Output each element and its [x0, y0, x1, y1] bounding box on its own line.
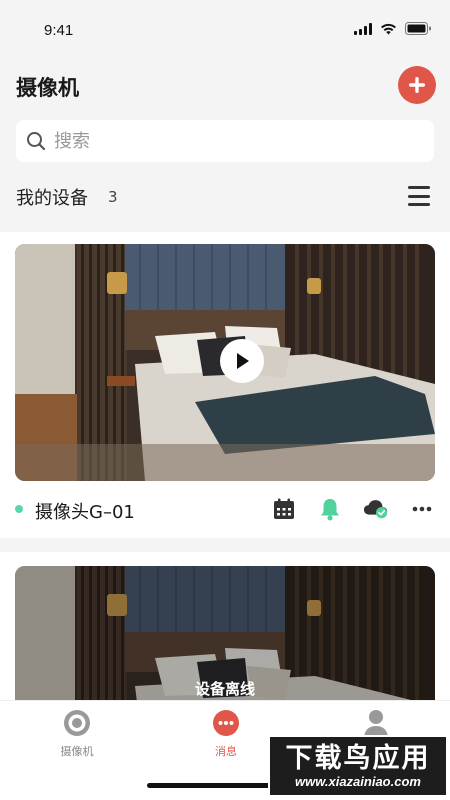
more-options-button[interactable] [409, 496, 435, 522]
signal-icon [354, 22, 372, 35]
play-button[interactable] [220, 339, 264, 383]
tab-camera[interactable]: 摄像机 [37, 709, 117, 759]
bell-icon [321, 499, 339, 521]
device-list-header: 我的设备 3 [16, 180, 434, 214]
search-input[interactable] [54, 130, 394, 152]
status-time: 9:41 [44, 22, 74, 39]
camera-preview[interactable] [15, 244, 435, 481]
device-count: 3 [108, 188, 118, 206]
camera-actions [271, 494, 435, 524]
status-bar: 9:41 [0, 0, 450, 58]
plus-icon [409, 77, 425, 93]
cloud-storage-button[interactable] [363, 496, 389, 522]
tab-label: 摄像机 [60, 745, 94, 758]
alarm-button[interactable] [317, 496, 343, 522]
cloud-check-icon [363, 500, 388, 519]
watermark-url: www.xiazainiao.com [295, 773, 421, 789]
list-menu-button[interactable] [408, 186, 430, 206]
battery-icon [405, 22, 431, 35]
camera-card: 摄像头G–01 [0, 232, 450, 538]
online-status-dot [15, 505, 23, 513]
camera-card-footer: 摄像头G–01 [15, 494, 435, 524]
camera-name: 摄像头G–01 [35, 502, 135, 523]
search-icon [27, 132, 46, 151]
search-bar [16, 120, 434, 162]
watermark-logo: 下载鸟应用 www.xiazainiao.com [268, 735, 448, 797]
tab-messages[interactable]: 消息 [186, 709, 266, 759]
message-tab-icon [213, 710, 239, 736]
menu-icon-line [408, 194, 430, 198]
menu-icon-line [408, 186, 430, 189]
add-device-button[interactable] [398, 66, 436, 104]
menu-icon-line [408, 203, 430, 206]
camera-preview[interactable]: 设备离线 [15, 566, 435, 712]
status-icons [354, 22, 432, 35]
play-icon [237, 353, 249, 369]
more-icon [412, 506, 432, 512]
camera-card: 设备离线 [0, 552, 450, 712]
calendar-icon [274, 498, 294, 519]
offline-label: 设备离线 [194, 680, 255, 698]
page-title: 摄像机 [16, 76, 79, 100]
watermark-title: 下载鸟应用 [285, 742, 431, 774]
header: 摄像机 [16, 66, 436, 106]
device-list-title: 我的设备 [16, 188, 88, 209]
wifi-icon [381, 23, 396, 34]
camera-tab-icon [64, 710, 90, 736]
tab-label: 消息 [215, 745, 237, 758]
calendar-button[interactable] [271, 496, 297, 522]
